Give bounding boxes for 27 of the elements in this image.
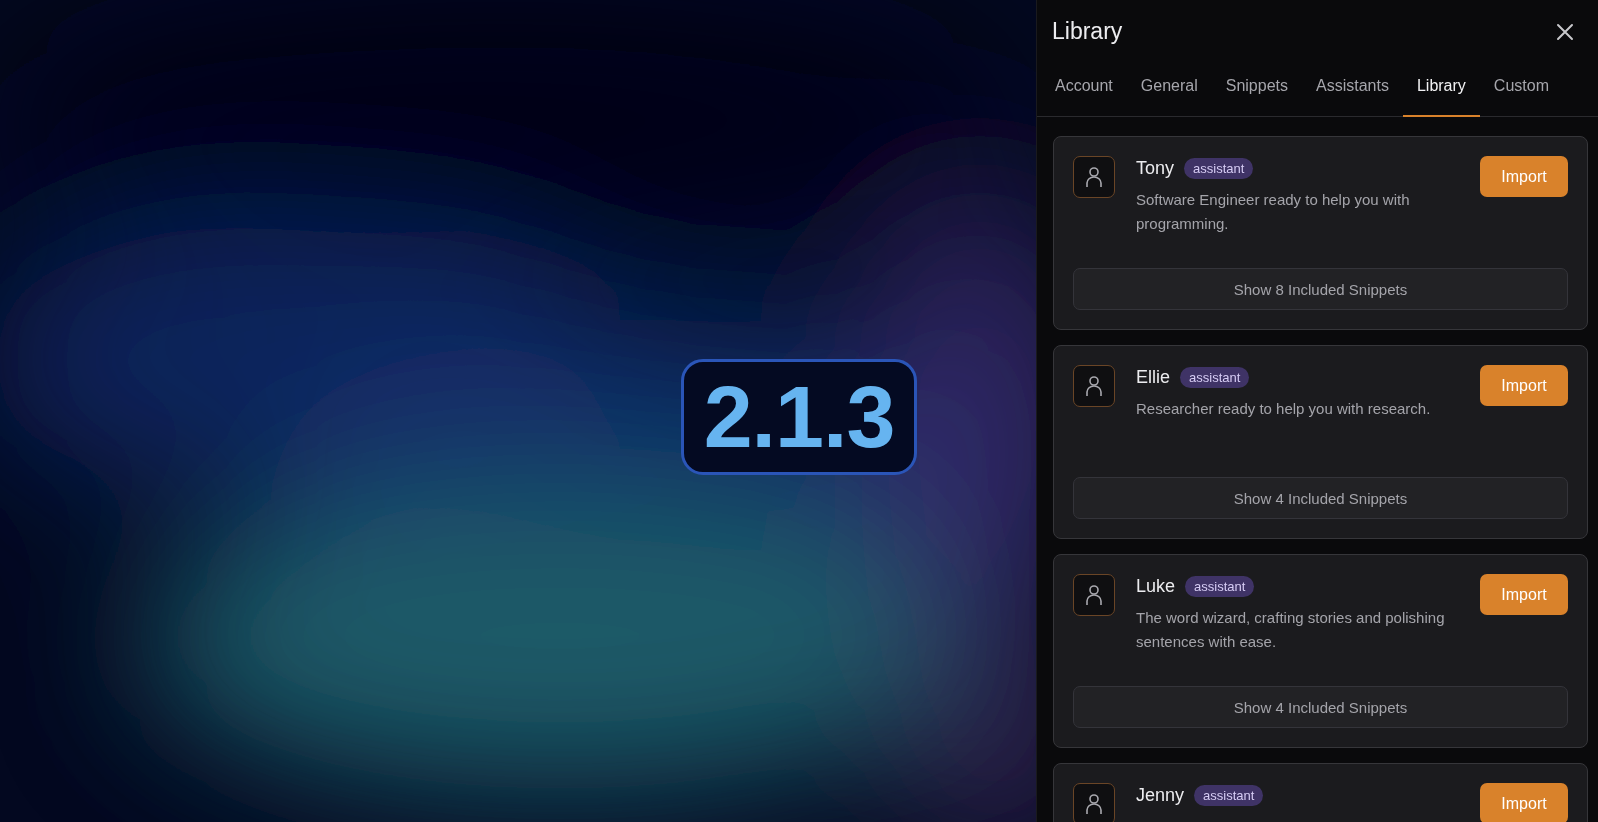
assistant-tag: assistant	[1180, 366, 1250, 388]
assistant-name: Luke	[1136, 575, 1176, 597]
show-snippets-button[interactable]: Show 4 Included Snippets	[1073, 477, 1568, 519]
assistant-description: Software Engineer ready to help you with programming.	[1136, 190, 1411, 234]
assistant-tag: assistant	[1185, 575, 1255, 597]
version-badge: 2.1.3	[680, 359, 918, 475]
person-icon	[1073, 783, 1115, 822]
show-snippets-button[interactable]: Show 4 Included Snippets	[1073, 686, 1568, 728]
assistant-tag: assistant	[1184, 157, 1254, 179]
person-icon	[1073, 574, 1115, 616]
show-snippets-button[interactable]: Show 8 Included Snippets	[1073, 268, 1568, 310]
tab[interactable]: Library	[1402, 65, 1480, 117]
assistant-name: Jenny	[1136, 784, 1185, 806]
tab[interactable]: Custom	[1479, 65, 1563, 117]
close-icon[interactable]	[1556, 22, 1574, 41]
tab[interactable]: Assistants	[1302, 65, 1403, 117]
assistant-description: Researcher ready to help you with research.	[1136, 399, 1432, 419]
assistant-name: Tony	[1136, 157, 1175, 179]
tab[interactable]: Account	[1041, 65, 1127, 117]
assistant-name: Ellie	[1136, 366, 1170, 388]
person-icon	[1073, 365, 1115, 407]
person-icon	[1073, 156, 1115, 198]
assistant-tag: assistant	[1194, 784, 1264, 806]
tab[interactable]: Snippets	[1211, 65, 1302, 117]
panel-title: Library	[1052, 18, 1123, 45]
assistant-description: The word wizard, crafting stories and polishing sentences with ease.	[1136, 608, 1446, 652]
tab[interactable]: General	[1126, 65, 1212, 117]
